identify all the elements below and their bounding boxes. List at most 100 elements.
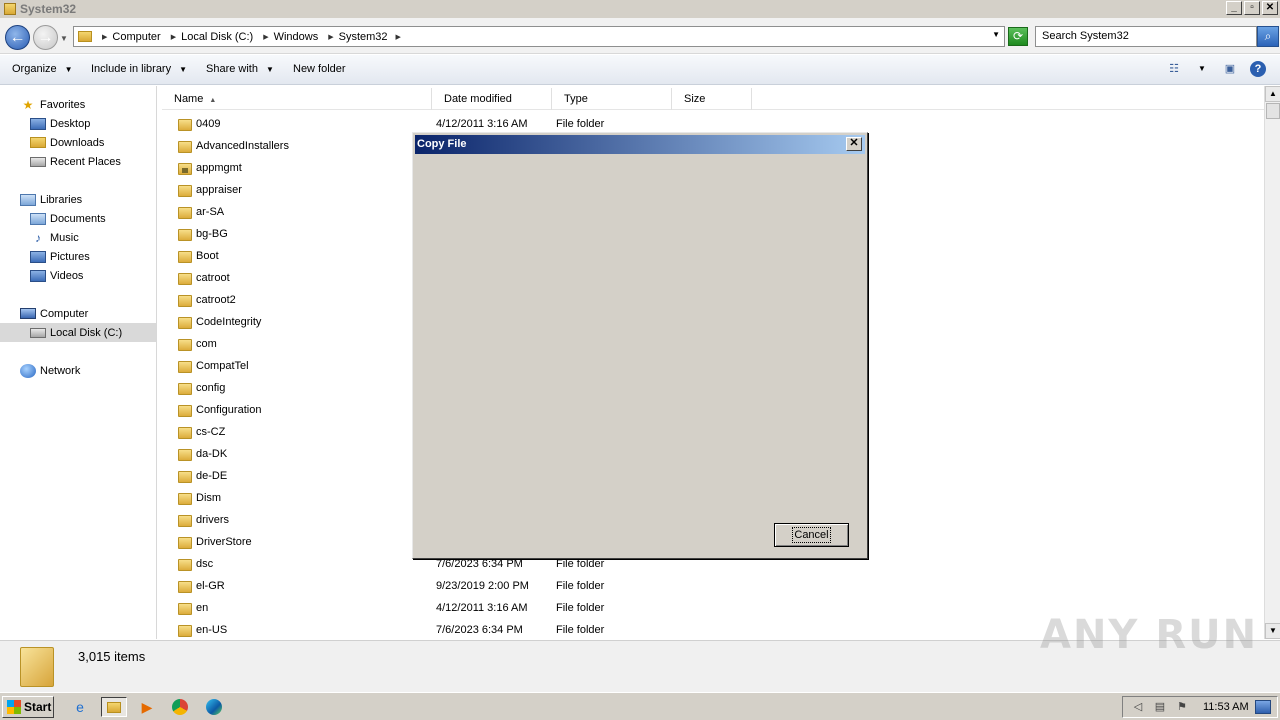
close-button[interactable]: ✕ <box>1262 1 1278 15</box>
chevron-down-icon[interactable]: ▼ <box>1194 62 1210 76</box>
chrome-icon[interactable] <box>170 697 190 717</box>
nav-desktop[interactable]: Desktop <box>30 114 90 133</box>
help-icon[interactable]: ? <box>1250 61 1266 77</box>
recent-pages-dropdown[interactable]: ▼ <box>60 34 68 43</box>
breadcrumb-computer[interactable]: Computer <box>112 31 160 43</box>
vertical-scrollbar[interactable]: ▲ ▼ <box>1264 86 1280 639</box>
breadcrumb-arrow-icon[interactable]: ▶ <box>396 33 401 41</box>
nav-music[interactable]: ♪ Music <box>30 228 79 247</box>
column-date-modified[interactable]: Date modified <box>432 88 552 110</box>
nav-downloads-label: Downloads <box>50 136 105 149</box>
dialog-close-button[interactable]: ✕ <box>846 137 862 151</box>
preview-pane-icon[interactable]: ▣ <box>1222 62 1238 76</box>
windows-logo-icon <box>7 700 21 714</box>
file-name: com <box>196 338 217 350</box>
cancel-button[interactable]: Cancel <box>774 523 849 547</box>
clock[interactable]: 11:53 AM <box>1203 701 1249 713</box>
maximize-button[interactable]: ▫ <box>1244 1 1260 15</box>
breadcrumb-arrow-icon[interactable]: ▶ <box>263 33 268 41</box>
change-view-icon[interactable]: ☷ <box>1166 62 1182 76</box>
nav-recent-places-label: Recent Places <box>50 155 121 168</box>
libraries-icon <box>20 193 36 206</box>
cancel-label: Cancel <box>792 527 831 543</box>
nav-favorites[interactable]: ★ Favorites <box>20 95 86 114</box>
nav-documents[interactable]: Documents <box>30 209 106 228</box>
taskbar: Start e ▶ ◁ ▤ ⚑ 11:53 AM <box>0 692 1280 720</box>
scroll-thumb[interactable] <box>1266 103 1280 119</box>
breadcrumb[interactable]: ▶ Local Disk (C:) <box>171 31 256 43</box>
scroll-down-button[interactable]: ▼ <box>1265 623 1280 639</box>
minimize-button[interactable]: _ <box>1226 1 1242 15</box>
breadcrumb-arrow-icon[interactable]: ▶ <box>102 33 107 41</box>
file-name: CodeIntegrity <box>196 316 262 328</box>
file-name: AdvancedInstallers <box>196 140 289 152</box>
show-desktop-icon[interactable] <box>1254 700 1271 714</box>
sort-ascending-icon: ▲ <box>209 97 217 104</box>
file-name: ar-SA <box>196 206 225 218</box>
new-folder-button[interactable]: New folder <box>293 63 346 75</box>
network-status-icon[interactable]: ▤ <box>1153 700 1167 714</box>
back-button[interactable]: ← <box>5 25 30 50</box>
folder-icon <box>178 493 192 505</box>
internet-explorer-icon[interactable]: e <box>70 697 90 717</box>
nav-downloads[interactable]: Downloads <box>30 133 104 152</box>
breadcrumb-local-disk[interactable]: Local Disk (C:) <box>181 31 253 43</box>
file-date: 4/12/2011 3:16 AM <box>436 602 528 614</box>
start-button[interactable]: Start <box>2 696 54 718</box>
scroll-up-button[interactable]: ▲ <box>1265 86 1280 102</box>
file-date: 9/23/2019 2:00 PM <box>436 580 529 592</box>
navigation-pane: ★ Favorites Desktop Downloads Recent Plac… <box>0 86 157 639</box>
refresh-button[interactable]: ⟳ <box>1008 27 1028 46</box>
nav-libraries[interactable]: Libraries <box>20 190 82 209</box>
folder-icon <box>178 119 192 131</box>
volume-icon[interactable]: ◁ <box>1131 700 1145 714</box>
folder-icon <box>178 427 192 439</box>
folder-icon <box>178 273 192 285</box>
search-input[interactable]: Search System32 <box>1035 26 1257 47</box>
nav-pictures-label: Pictures <box>50 250 90 263</box>
window-title: System32 <box>20 2 77 16</box>
file-type: File folder <box>556 624 605 636</box>
breadcrumb[interactable]: ▶ System32 ▶ <box>328 31 406 43</box>
organize-menu[interactable]: Organize ▼ <box>12 63 73 75</box>
column-name-label: Name <box>174 93 204 105</box>
column-type[interactable]: Type <box>552 88 672 110</box>
share-with-menu[interactable]: Share with ▼ <box>206 63 274 75</box>
folder-icon <box>178 515 192 527</box>
nav-computer[interactable]: Computer <box>20 304 88 323</box>
action-center-flag-icon[interactable]: ⚑ <box>1175 700 1189 714</box>
folder-icon <box>178 405 192 417</box>
file-name: de-DE <box>196 470 228 482</box>
column-header: Name ▲ Date modified Type Size <box>162 88 1264 110</box>
edge-logo-icon <box>206 699 222 715</box>
nav-local-disk[interactable]: Local Disk (C:) <box>0 323 156 342</box>
file-name: cs-CZ <box>196 426 226 438</box>
breadcrumb[interactable]: ▶ Computer <box>102 31 163 43</box>
search-button[interactable]: ⌕ <box>1257 26 1279 47</box>
explorer-taskbar-icon[interactable] <box>101 697 127 717</box>
include-in-library-menu[interactable]: Include in library ▼ <box>91 63 187 75</box>
breadcrumb-system32[interactable]: System32 <box>339 31 388 43</box>
edge-icon[interactable] <box>204 697 224 717</box>
nav-pictures[interactable]: Pictures <box>30 247 90 266</box>
nav-recent-places[interactable]: Recent Places <box>30 152 121 171</box>
nav-computer-label: Computer <box>40 307 89 320</box>
address-dropdown[interactable]: ▼ <box>992 30 1000 39</box>
music-icon: ♪ <box>35 230 41 245</box>
nav-music-label: Music <box>50 231 79 244</box>
column-name[interactable]: Name ▲ <box>162 88 432 110</box>
breadcrumb-arrow-icon[interactable]: ▶ <box>171 33 176 41</box>
forward-button[interactable]: → <box>33 25 58 50</box>
breadcrumb[interactable]: ▶ Windows <box>263 31 320 43</box>
file-type: File folder <box>556 558 605 570</box>
media-player-icon[interactable]: ▶ <box>137 697 157 717</box>
breadcrumb-arrow-icon[interactable]: ▶ <box>328 33 333 41</box>
folder-icon <box>178 229 192 241</box>
nav-videos[interactable]: Videos <box>30 266 83 285</box>
column-size[interactable]: Size <box>672 88 752 110</box>
breadcrumb-windows[interactable]: Windows <box>274 31 319 43</box>
address-bar[interactable]: ▶ Computer ▶ Local Disk (C:) ▶ Windows ▶… <box>73 26 1005 47</box>
list-item[interactable]: el-GR 9/23/2019 2:00 PM File folder <box>162 576 1264 598</box>
nav-network[interactable]: Network <box>20 361 80 380</box>
folder-icon <box>178 207 192 219</box>
